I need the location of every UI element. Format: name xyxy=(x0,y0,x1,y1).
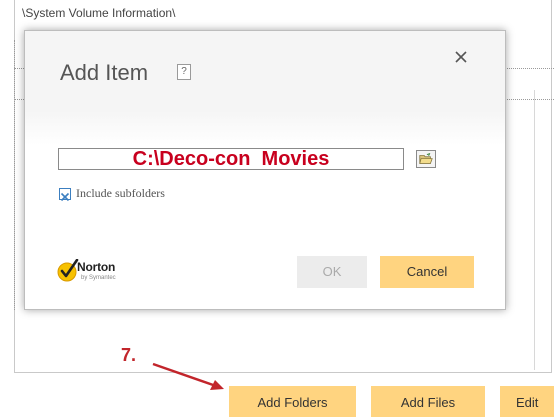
help-icon[interactable]: ? xyxy=(177,64,191,80)
step-number-annotation: 7. xyxy=(121,345,137,365)
dialog-header-gradient xyxy=(25,111,505,145)
background-path-label: \System Volume Information\ xyxy=(22,6,176,20)
ok-button[interactable]: OK xyxy=(297,256,367,288)
dialog-title: Add Item xyxy=(60,60,149,85)
add-item-dialog: Add Item ? Include subfolders Norton by … xyxy=(24,30,506,310)
folder-path-input[interactable] xyxy=(58,148,404,170)
norton-logo-tagline: by Symantec xyxy=(81,275,116,281)
arrow-icon xyxy=(152,362,224,390)
cancel-button[interactable]: Cancel xyxy=(380,256,474,288)
include-subfolders-label[interactable]: Include subfolders xyxy=(76,186,165,201)
edit-button[interactable]: Edit xyxy=(500,386,554,417)
background-scrollbar-track xyxy=(534,90,535,370)
include-subfolders-checkbox[interactable] xyxy=(59,188,71,202)
norton-logo-text: Norton xyxy=(77,260,116,274)
close-icon[interactable] xyxy=(453,49,469,65)
screenshot-stage: \System Volume Information\ Add Item ? I… xyxy=(0,0,554,417)
add-files-button[interactable]: Add Files xyxy=(371,386,485,417)
add-folders-button[interactable]: Add Folders xyxy=(229,386,356,417)
folder-open-icon[interactable] xyxy=(416,150,436,168)
checkbox-checked-icon xyxy=(60,192,70,202)
